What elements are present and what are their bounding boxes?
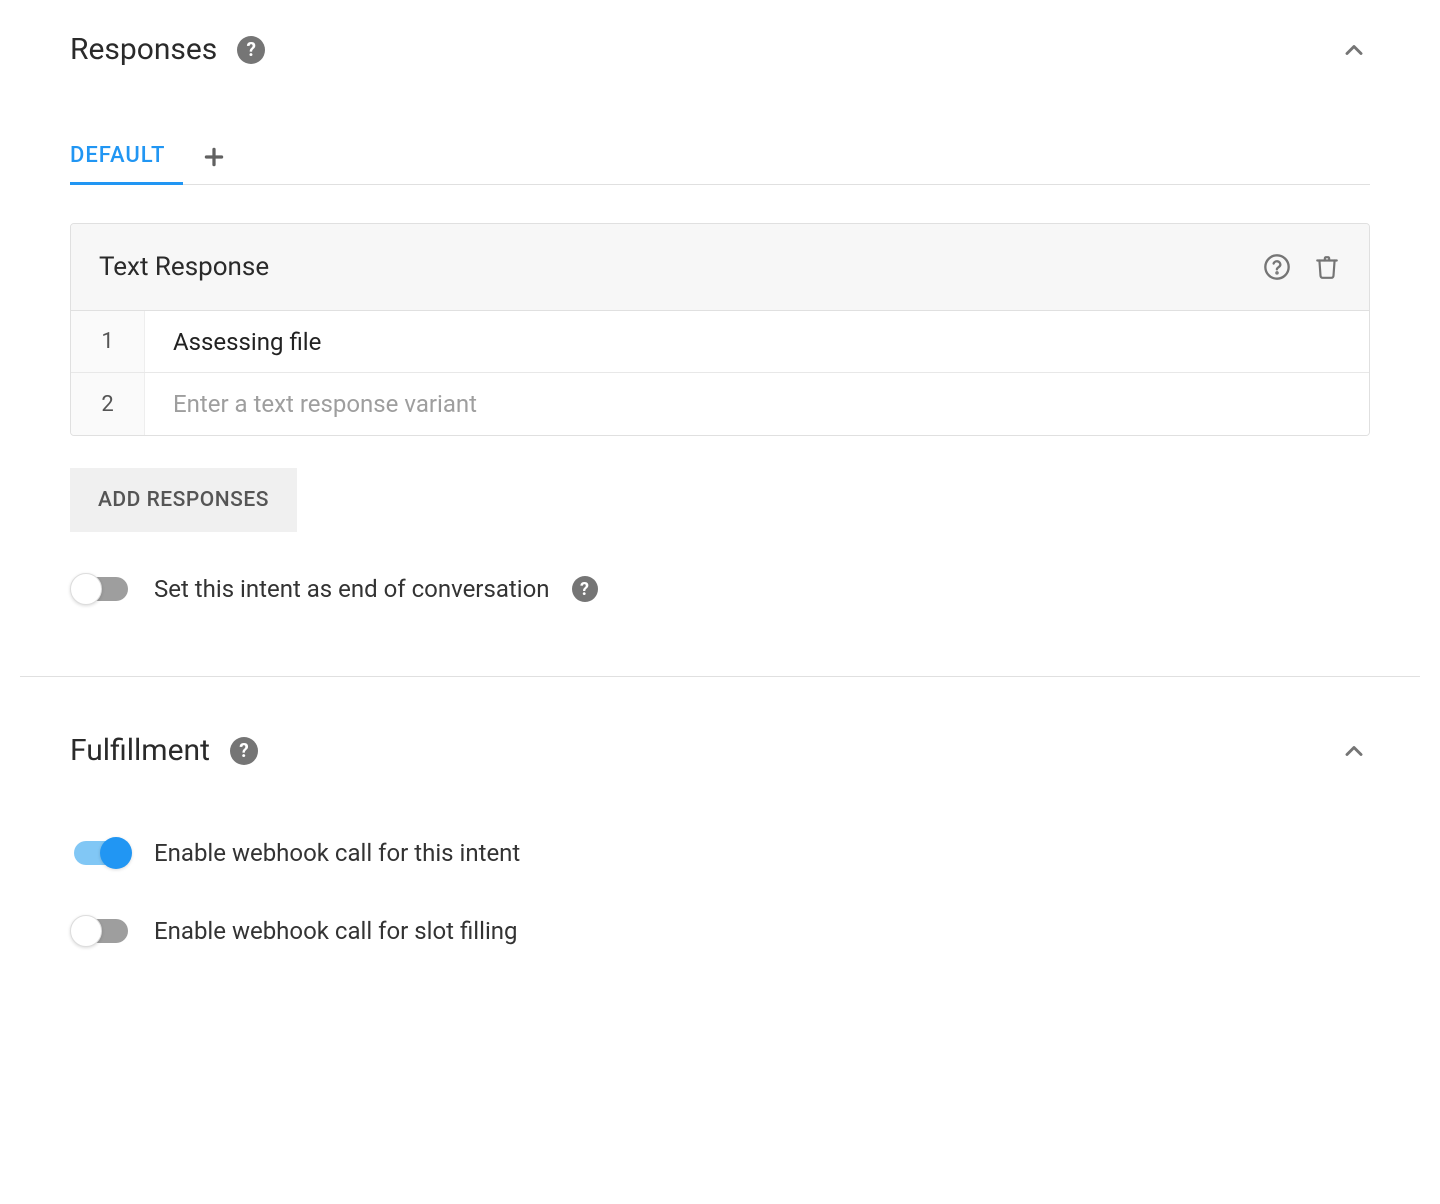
help-icon[interactable]: ? [230, 737, 258, 765]
text-response-header: Text Response [71, 224, 1369, 311]
divider [20, 676, 1420, 677]
webhook-slot-label: Enable webhook call for slot filling [154, 917, 518, 945]
fulfillment-toggles: Enable webhook call for this intent Enab… [70, 836, 1370, 948]
end-conversation-toggle[interactable] [70, 572, 132, 606]
text-response-row: 2 [71, 373, 1369, 435]
fulfillment-title: Fulfillment [70, 733, 210, 768]
text-response-row: 1 [71, 311, 1369, 373]
fulfillment-header-left: Fulfillment ? [70, 733, 258, 768]
add-tab-button[interactable] [183, 130, 245, 184]
fulfillment-section: Fulfillment ? Enable webhook call for th… [70, 721, 1370, 948]
row-number: 2 [71, 373, 145, 435]
help-outline-icon[interactable] [1263, 253, 1291, 281]
fulfillment-section-header: Fulfillment ? [70, 721, 1370, 780]
webhook-slot-row: Enable webhook call for slot filling [70, 914, 1370, 948]
responses-header-left: Responses ? [70, 32, 265, 67]
text-response-input-2[interactable] [145, 373, 1369, 435]
response-tabs: DEFAULT [70, 129, 1370, 185]
help-icon[interactable]: ? [237, 36, 265, 64]
add-responses-button[interactable]: ADD RESPONSES [70, 468, 297, 532]
trash-icon[interactable] [1313, 253, 1341, 281]
responses-title: Responses [70, 32, 217, 67]
end-conversation-label: Set this intent as end of conversation [154, 575, 550, 603]
webhook-intent-row: Enable webhook call for this intent [70, 836, 1370, 870]
collapse-fulfillment-icon[interactable] [1338, 735, 1370, 767]
webhook-slot-toggle[interactable] [70, 914, 132, 948]
row-number: 1 [71, 311, 145, 372]
responses-section-header: Responses ? [70, 20, 1370, 79]
text-response-card: Text Response 1 2 [70, 223, 1370, 436]
webhook-intent-toggle[interactable] [70, 836, 132, 870]
tab-default[interactable]: DEFAULT [70, 129, 183, 184]
text-response-actions [1263, 253, 1341, 281]
webhook-intent-label: Enable webhook call for this intent [154, 839, 520, 867]
end-conversation-row: Set this intent as end of conversation ? [70, 572, 1370, 606]
collapse-responses-icon[interactable] [1338, 34, 1370, 66]
help-icon[interactable]: ? [572, 576, 598, 602]
text-response-input-1[interactable] [145, 311, 1369, 372]
text-response-title: Text Response [99, 252, 269, 282]
